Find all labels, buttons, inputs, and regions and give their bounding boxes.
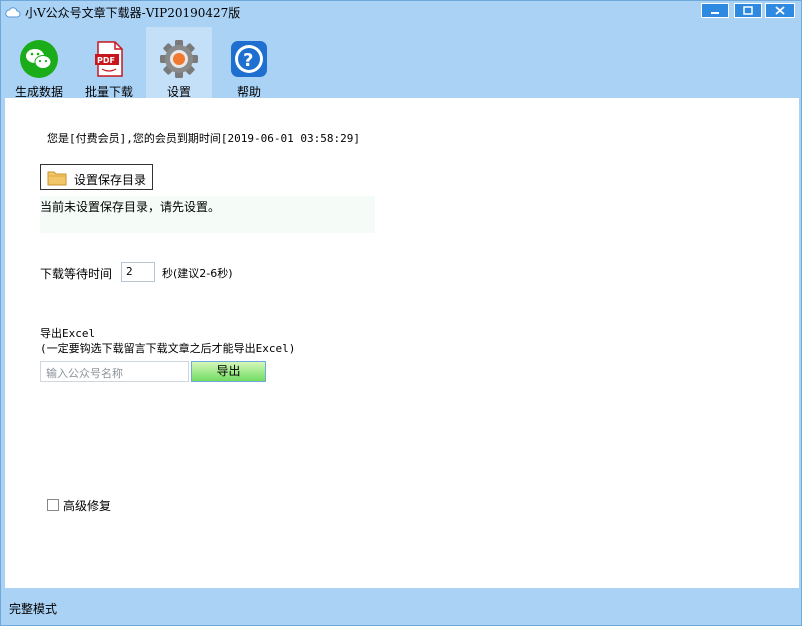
set-save-dir-label: 设置保存目录 bbox=[74, 173, 147, 187]
app-window: 小V公众号文章下载器-VIP20190427版 生成数据 PDF 批量下载 设置… bbox=[0, 0, 802, 626]
advanced-repair-label[interactable]: 高级修复 bbox=[63, 497, 111, 514]
member-status: 您是[付费会员],您的会员到期时间[2019-06-01 03:58:29] bbox=[47, 132, 360, 145]
tab-help[interactable]: ? 帮助 bbox=[216, 33, 282, 99]
close-icon bbox=[775, 6, 785, 15]
close-button[interactable] bbox=[765, 3, 795, 18]
minimize-icon bbox=[711, 12, 719, 14]
tab-generate-data[interactable]: 生成数据 bbox=[6, 33, 72, 99]
status-bar: 完整模式 bbox=[1, 589, 801, 625]
title-bar[interactable]: 小V公众号文章下载器-VIP20190427版 bbox=[1, 1, 801, 23]
svg-text:PDF: PDF bbox=[97, 56, 115, 65]
wechat-icon bbox=[20, 40, 58, 78]
account-name-input[interactable]: 输入公众号名称 bbox=[40, 361, 189, 382]
toolbar: 生成数据 PDF 批量下载 设置 ? 帮助 bbox=[1, 23, 801, 99]
status-text: 完整模式 bbox=[9, 602, 58, 616]
save-dir-status-text: 当前未设置保存目录，请先设置。 bbox=[40, 200, 221, 214]
help-icon: ? bbox=[231, 41, 267, 77]
export-excel-note: (一定要钩选下载留言下载文章之后才能导出Excel) bbox=[40, 342, 296, 355]
wait-time-input[interactable]: 2 bbox=[121, 262, 155, 282]
export-excel-title: 导出Excel bbox=[40, 327, 96, 340]
maximize-icon bbox=[743, 6, 753, 15]
settings-panel: 您是[付费会员],您的会员到期时间[2019-06-01 03:58:29] 设… bbox=[5, 98, 799, 588]
maximize-button[interactable] bbox=[734, 3, 762, 18]
export-button[interactable]: 导出 bbox=[191, 361, 266, 382]
advanced-repair-checkbox[interactable] bbox=[47, 499, 59, 511]
minimize-button[interactable] bbox=[701, 3, 729, 18]
pdf-icon: PDF bbox=[95, 41, 123, 77]
set-save-dir-button[interactable]: 设置保存目录 bbox=[40, 164, 153, 190]
tab-settings[interactable]: 设置 bbox=[146, 27, 212, 99]
save-dir-status: 当前未设置保存目录，请先设置。 bbox=[40, 196, 375, 233]
folder-icon bbox=[47, 171, 67, 186]
gear-icon bbox=[160, 40, 198, 78]
cloud-icon bbox=[5, 7, 21, 18]
svg-text:?: ? bbox=[243, 50, 253, 71]
wait-time-hint: 秒(建议2-6秒) bbox=[162, 267, 233, 280]
window-title: 小V公众号文章下载器-VIP20190427版 bbox=[25, 6, 241, 20]
tab-batch-download[interactable]: PDF 批量下载 bbox=[76, 33, 142, 99]
wait-time-label: 下载等待时间 bbox=[40, 267, 113, 281]
